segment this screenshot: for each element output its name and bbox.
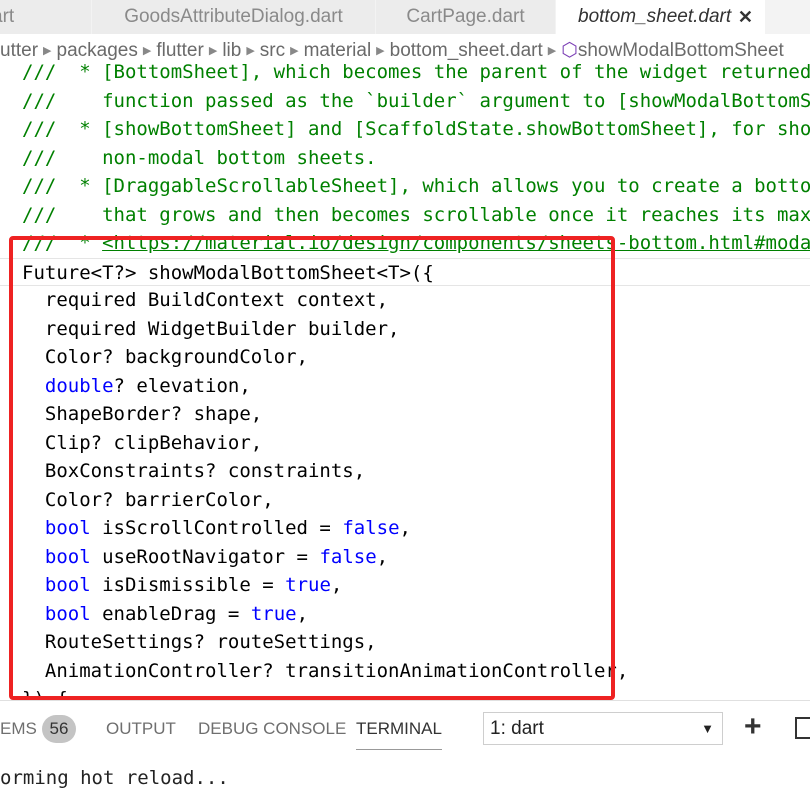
chevron-right-icon: ▶ — [142, 45, 152, 57]
code-line: Future<T?> showModalBottomSheet<T>({ — [0, 257, 810, 286]
code-token: , — [376, 545, 389, 568]
code-line: /// * [showBottomSheet] and [ScaffoldSta… — [0, 115, 810, 144]
tab-debug-console[interactable]: DEBUG CONSOLE — [198, 719, 346, 739]
code-line: AnimationController? transitionAnimation… — [0, 657, 810, 686]
code-line: /// * [BottomSheet], which becomes the p… — [0, 58, 810, 87]
terminal-select[interactable]: 1: dart ▼ — [483, 712, 723, 745]
code-token: /// * [DraggableScrollableSheet], which … — [22, 175, 810, 197]
tab-label: CartPage.dart — [406, 6, 525, 27]
code-line: }) { — [0, 685, 810, 700]
code-token: ShapeBorder? shape, — [22, 403, 263, 425]
code-token: /// * [BottomSheet], which becomes the p… — [22, 61, 810, 83]
tab-art[interactable]: art — [0, 0, 92, 34]
tab-output[interactable]: OUTPUT — [106, 719, 176, 739]
new-terminal-plus-icon[interactable]: + — [744, 710, 762, 744]
terminal-output: orming hot reload... — [0, 767, 229, 789]
dropdown-arrow-icon: ▼ — [701, 721, 714, 736]
tab-label: bottom_sheet.dart — [578, 6, 732, 27]
code-token: isDismissible = — [90, 574, 286, 596]
chevron-right-icon: ▶ — [547, 45, 557, 57]
tab-cartpage-dart[interactable]: CartPage.dart — [376, 0, 556, 34]
bottom-panel: EMS 56 OUTPUT DEBUG CONSOLE TERMINAL 1: … — [0, 700, 810, 789]
code-token: useRootNavigator = — [90, 545, 320, 568]
code-line: Color? backgroundColor, — [0, 343, 810, 372]
tab-bottom_sheet-dart[interactable]: bottom_sheet.dart ✕ — [556, 0, 766, 34]
code-line: Clip? clipBehavior, — [0, 429, 810, 458]
code-token: bool — [44, 545, 91, 568]
code-line: /// non-modal bottom sheets. — [0, 144, 810, 173]
code-line: bool isDismissible = true, — [0, 571, 810, 600]
code-line: Color? barrierColor, — [0, 486, 810, 515]
code-token: }) { — [22, 688, 68, 700]
code-token: /// * — [22, 232, 103, 254]
code-token: , — [399, 517, 411, 539]
code-token: RouteSettings? routeSettings, — [22, 631, 377, 653]
code-token: bool — [44, 602, 91, 625]
code-line: double? elevation, — [0, 372, 810, 401]
split-terminal-icon[interactable] — [795, 717, 810, 739]
code-line: bool enableDrag = true, — [0, 600, 810, 629]
code-token: Color? barrierColor, — [22, 488, 274, 511]
chevron-right-icon: ▶ — [43, 45, 52, 57]
tab-terminal[interactable]: TERMINAL — [356, 719, 442, 750]
code-token: Future<T?> showModalBottomSheet<T>({ — [22, 261, 434, 284]
code-token: bool — [44, 574, 91, 596]
code-token: , — [330, 574, 343, 596]
code-token: required BuildContext context, — [22, 289, 389, 311]
code-line: /// * [DraggableScrollableSheet], which … — [0, 172, 810, 201]
tab-label: GoodsAttributeDialog.dart — [124, 6, 343, 27]
code-token: /// function passed as the `builder` arg… — [22, 89, 810, 112]
tab-label: art — [0, 6, 15, 27]
code-token: double — [44, 374, 114, 397]
code-line: /// * <https://material.io/design/compon… — [0, 229, 810, 258]
code-token: required WidgetBuilder builder, — [22, 317, 400, 340]
code-token: true — [250, 602, 297, 625]
code-line: required WidgetBuilder builder, — [0, 315, 810, 344]
code-token: AnimationController? transitionAnimation… — [22, 659, 629, 682]
tab-problems[interactable]: EMS — [0, 719, 37, 739]
code-token: enableDrag = — [90, 602, 251, 625]
code-token: /// * [showBottomSheet] and [ScaffoldSta… — [22, 118, 810, 140]
code-token: Color? backgroundColor, — [22, 346, 308, 368]
chevron-right-icon: ▶ — [290, 45, 299, 57]
code-line: BoxConstraints? constraints, — [0, 457, 810, 486]
editor-tabs: art GoodsAttributeDialog.dart CartPage.dar… — [0, 0, 810, 34]
code-line: required BuildContext context, — [0, 286, 810, 315]
code-token: Clip? clipBehavior, — [22, 431, 263, 454]
close-icon[interactable]: ✕ — [738, 0, 753, 34]
code-line: /// function passed as the `builder` arg… — [0, 87, 810, 116]
code-token: /// that grows and then becomes scrollab… — [22, 203, 810, 226]
chevron-right-icon: ▶ — [376, 45, 385, 57]
code-line: bool useRootNavigator = false, — [0, 543, 810, 572]
code-line: ShapeBorder? shape, — [0, 400, 810, 429]
code-line: RouteSettings? routeSettings, — [0, 628, 810, 657]
code-token: false — [342, 517, 400, 539]
code-token: false — [319, 545, 377, 568]
tab-goodsattributedialog-dart[interactable]: GoodsAttributeDialog.dart — [92, 0, 376, 34]
code-token: bool — [44, 517, 91, 539]
code-link[interactable]: <https://material.io/design/components/s… — [102, 232, 810, 254]
code-token: , — [296, 602, 309, 625]
code-token: BoxConstraints? constraints, — [22, 460, 366, 482]
chevron-right-icon: ▶ — [246, 45, 255, 57]
code-token: ? elevation, — [113, 374, 251, 397]
problems-count-badge: 56 — [42, 715, 76, 743]
chevron-right-icon: ▶ — [208, 45, 218, 57]
code-token: true — [285, 574, 331, 596]
code-line: bool isScrollControlled = false, — [0, 514, 810, 543]
terminal-select-value: 1: dart — [490, 718, 544, 739]
code-token: /// non-modal bottom sheets. — [22, 146, 377, 169]
code-line: /// that grows and then becomes scrollab… — [0, 201, 810, 230]
code-editor[interactable]: /// * [BottomSheet], which becomes the p… — [0, 58, 810, 700]
code-token: isScrollControlled = — [90, 517, 343, 539]
